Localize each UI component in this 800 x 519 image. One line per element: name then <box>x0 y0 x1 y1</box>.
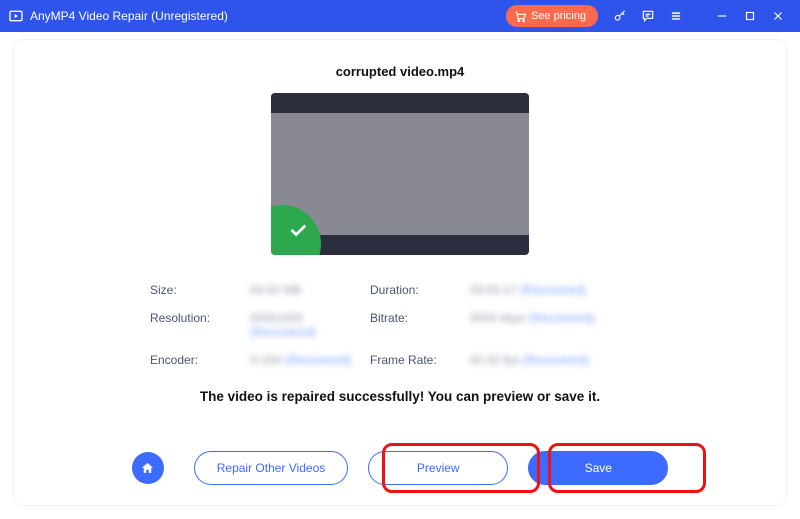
close-button[interactable] <box>764 0 792 32</box>
key-icon[interactable] <box>606 0 634 32</box>
encoder-label: Encoder: <box>150 353 250 367</box>
menu-icon[interactable] <box>662 0 690 32</box>
feedback-icon[interactable] <box>634 0 662 32</box>
bitrate-label: Bitrate: <box>370 311 470 339</box>
preview-button[interactable]: Preview <box>368 451 508 485</box>
see-pricing-button[interactable]: See pricing <box>506 5 598 27</box>
check-icon <box>287 219 309 241</box>
size-label: Size: <box>150 283 250 297</box>
app-title: AnyMP4 Video Repair (Unregistered) <box>30 9 228 23</box>
filename-label: corrupted video.mp4 <box>336 64 465 79</box>
action-row: Repair Other Videos Preview Save <box>14 451 786 485</box>
framerate-value: 00.00 fps (Recovered) <box>470 353 610 367</box>
titlebar: AnyMP4 Video Repair (Unregistered) See p… <box>0 0 800 32</box>
home-icon <box>140 461 155 476</box>
success-message: The video is repaired successfully! You … <box>200 389 600 404</box>
duration-value: 00:00:17 (Recovered) <box>470 283 610 297</box>
main-panel: corrupted video.mp4 Size: 00.00 MB Durat… <box>14 40 786 505</box>
info-grid: Size: 00.00 MB Duration: 00:00:17 (Recov… <box>150 283 650 367</box>
framerate-label: Frame Rate: <box>370 353 470 367</box>
encoder-value: H.264 (Recovered) <box>250 353 370 367</box>
maximize-button[interactable] <box>736 0 764 32</box>
duration-label: Duration: <box>370 283 470 297</box>
app-logo-icon <box>8 8 24 24</box>
size-value: 00.00 MB <box>250 283 370 297</box>
save-button[interactable]: Save <box>528 451 668 485</box>
cart-icon <box>514 10 527 23</box>
success-badge <box>271 205 321 255</box>
repair-other-button[interactable]: Repair Other Videos <box>194 451 349 485</box>
minimize-button[interactable] <box>708 0 736 32</box>
home-button[interactable] <box>132 452 164 484</box>
resolution-value: 0000x000 (Recovered) <box>250 311 370 339</box>
video-thumbnail <box>271 93 529 255</box>
bitrate-value: 0000 kbps (Recovered) <box>470 311 610 339</box>
resolution-label: Resolution: <box>150 311 250 339</box>
see-pricing-label: See pricing <box>531 10 586 22</box>
